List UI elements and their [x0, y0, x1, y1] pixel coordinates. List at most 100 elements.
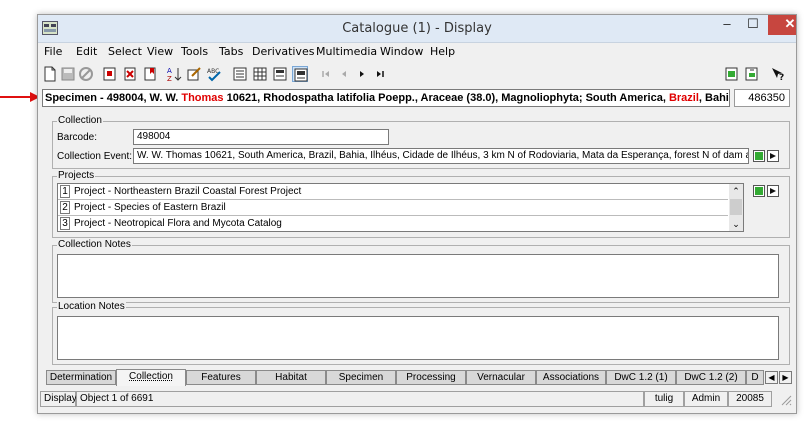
summary-part-2: 10621, Rhodospatha latifolia Poepp., Ara… — [223, 92, 669, 104]
summary-collector-name: Thomas — [181, 92, 224, 104]
status-count: 20085 — [728, 391, 772, 407]
scroll-up-icon[interactable]: ⌃ — [729, 184, 743, 198]
tab-specimen[interactable]: Specimen — [326, 370, 396, 385]
record-summary: Specimen - 498004, W. W. Thomas 10621, R… — [42, 89, 730, 107]
project-row-number: 3 — [60, 217, 70, 230]
collection-notes-textarea[interactable] — [57, 254, 779, 298]
tab-overflow[interactable]: D — [746, 370, 764, 385]
project-row-number: 2 — [60, 201, 70, 214]
status-position: Object 1 of 6691 — [76, 391, 644, 407]
summary-country: Brazil — [668, 92, 699, 104]
record-id: 486350 — [734, 89, 790, 107]
menu-tools[interactable]: Tools — [181, 45, 208, 58]
title-bar[interactable]: Catalogue (1) - Display – ☐ ✕ — [38, 15, 796, 43]
catalogue-window: Catalogue (1) - Display – ☐ ✕ File Edit … — [37, 14, 797, 414]
menu-window[interactable]: Window — [380, 45, 423, 58]
svg-text:A: A — [167, 67, 172, 75]
menu-edit[interactable]: Edit — [76, 45, 97, 58]
collection-group: Collection Barcode: 498004 Collection Ev… — [52, 115, 790, 169]
save-icon[interactable] — [60, 66, 76, 82]
tab-processing[interactable]: Processing — [396, 370, 466, 385]
summary-part-1: Specimen - 498004, W. W. — [45, 92, 182, 104]
project-row[interactable]: 1 Project - Northeastern Brazil Coastal … — [58, 184, 728, 200]
tab-scroll-left-icon[interactable]: ◀ — [765, 371, 778, 384]
collection-event-field[interactable]: W. W. Thomas 10621, South America, Brazi… — [133, 148, 749, 164]
resize-grip-icon[interactable] — [780, 394, 792, 406]
projects-open-icon[interactable] — [767, 185, 779, 197]
minimize-button[interactable]: – — [714, 15, 740, 35]
pointer-arrow-icon — [0, 92, 40, 102]
summary-part-3: , Bahia, — [698, 92, 729, 104]
collection-notes-group: Collection Notes — [52, 239, 790, 303]
menu-bar: File Edit Select View Tools Tabs Derivat… — [38, 43, 796, 61]
delete-icon[interactable] — [122, 66, 138, 82]
tab-dwc-2[interactable]: DwC 1.2 (2) — [676, 370, 746, 385]
status-bar: Display Object 1 of 6691 tulig Admin 200… — [38, 390, 796, 408]
tab-collection[interactable]: Collection — [116, 369, 186, 386]
projects-list: 1 Project - Northeastern Brazil Coastal … — [57, 183, 744, 232]
first-record-icon[interactable] — [318, 66, 334, 82]
toolbar: AZ ABC ? — [38, 61, 796, 85]
tab-determination[interactable]: Determination — [46, 370, 116, 385]
projects-group: Projects 1 Project - Northeastern Brazil… — [52, 170, 790, 238]
collection-event-lookup-icon[interactable] — [753, 150, 765, 162]
grid-view-icon[interactable] — [252, 66, 268, 82]
export-icon[interactable] — [724, 66, 740, 82]
tab-associations[interactable]: Associations — [536, 370, 606, 385]
project-row[interactable]: 3 Project - Neotropical Flora and Mycota… — [58, 216, 728, 232]
record-view-icon[interactable] — [292, 66, 308, 82]
copy-icon[interactable] — [102, 66, 118, 82]
location-notes-textarea[interactable] — [57, 316, 779, 360]
status-role: Admin — [684, 391, 728, 407]
barcode-field[interactable]: 498004 — [133, 129, 389, 145]
bookmark-icon[interactable] — [142, 66, 158, 82]
menu-tabs[interactable]: Tabs — [219, 45, 243, 58]
sort-icon[interactable]: AZ — [166, 66, 182, 82]
new-icon[interactable] — [42, 66, 58, 82]
project-row[interactable]: 2 Project - Species of Eastern Brazil — [58, 200, 728, 216]
close-button[interactable]: ✕ — [768, 15, 796, 35]
scroll-thumb[interactable] — [730, 199, 742, 215]
menu-derivatives[interactable]: Derivatives — [252, 45, 314, 58]
scroll-down-icon[interactable]: ⌄ — [729, 217, 743, 231]
import-icon[interactable] — [744, 66, 760, 82]
menu-multimedia[interactable]: Multimedia — [316, 45, 377, 58]
menu-file[interactable]: File — [44, 45, 62, 58]
location-notes-legend: Location Notes — [57, 301, 126, 312]
cancel-icon[interactable] — [78, 66, 94, 82]
collection-event-open-icon[interactable] — [767, 150, 779, 162]
svg-text:?: ? — [779, 73, 784, 82]
projects-scrollbar[interactable]: ⌃ ⌄ — [729, 184, 743, 231]
last-record-icon[interactable] — [372, 66, 388, 82]
tab-vernacular[interactable]: Vernacular — [466, 370, 536, 385]
edit-icon[interactable] — [186, 66, 202, 82]
list-view-icon[interactable] — [272, 66, 288, 82]
maximize-button[interactable]: ☐ — [740, 15, 766, 35]
previous-record-icon[interactable] — [336, 66, 352, 82]
tab-dwc-1[interactable]: DwC 1.2 (1) — [606, 370, 676, 385]
window-title: Catalogue (1) - Display — [342, 21, 492, 36]
projects-legend: Projects — [57, 170, 96, 181]
collection-legend: Collection — [57, 115, 103, 126]
status-user: tulig — [644, 391, 684, 407]
barcode-label: Barcode: — [57, 132, 98, 143]
spellcheck-icon[interactable]: ABC — [206, 66, 222, 82]
next-record-icon[interactable] — [354, 66, 370, 82]
projects-add-icon[interactable] — [753, 185, 765, 197]
svg-text:Z: Z — [167, 75, 172, 82]
status-mode: Display — [40, 391, 77, 407]
collection-event-label: Collection Event: — [57, 151, 133, 162]
form-view-icon[interactable] — [232, 66, 248, 82]
tab-scroll-right-icon[interactable]: ▶ — [779, 371, 792, 384]
tab-features[interactable]: Features — [186, 370, 256, 385]
project-row-text: Project - Species of Eastern Brazil — [74, 202, 226, 213]
menu-view[interactable]: View — [147, 45, 173, 58]
project-row-text: Project - Neotropical Flora and Mycota C… — [74, 218, 282, 229]
collection-notes-legend: Collection Notes — [57, 239, 132, 250]
menu-select[interactable]: Select — [108, 45, 142, 58]
menu-help[interactable]: Help — [430, 45, 455, 58]
tab-bar: Determination Collection Features Habita… — [38, 369, 796, 387]
project-row-text: Project - Northeastern Brazil Coastal Fo… — [74, 186, 302, 197]
help-icon[interactable]: ? — [770, 66, 786, 82]
tab-habitat[interactable]: Habitat — [256, 370, 326, 385]
